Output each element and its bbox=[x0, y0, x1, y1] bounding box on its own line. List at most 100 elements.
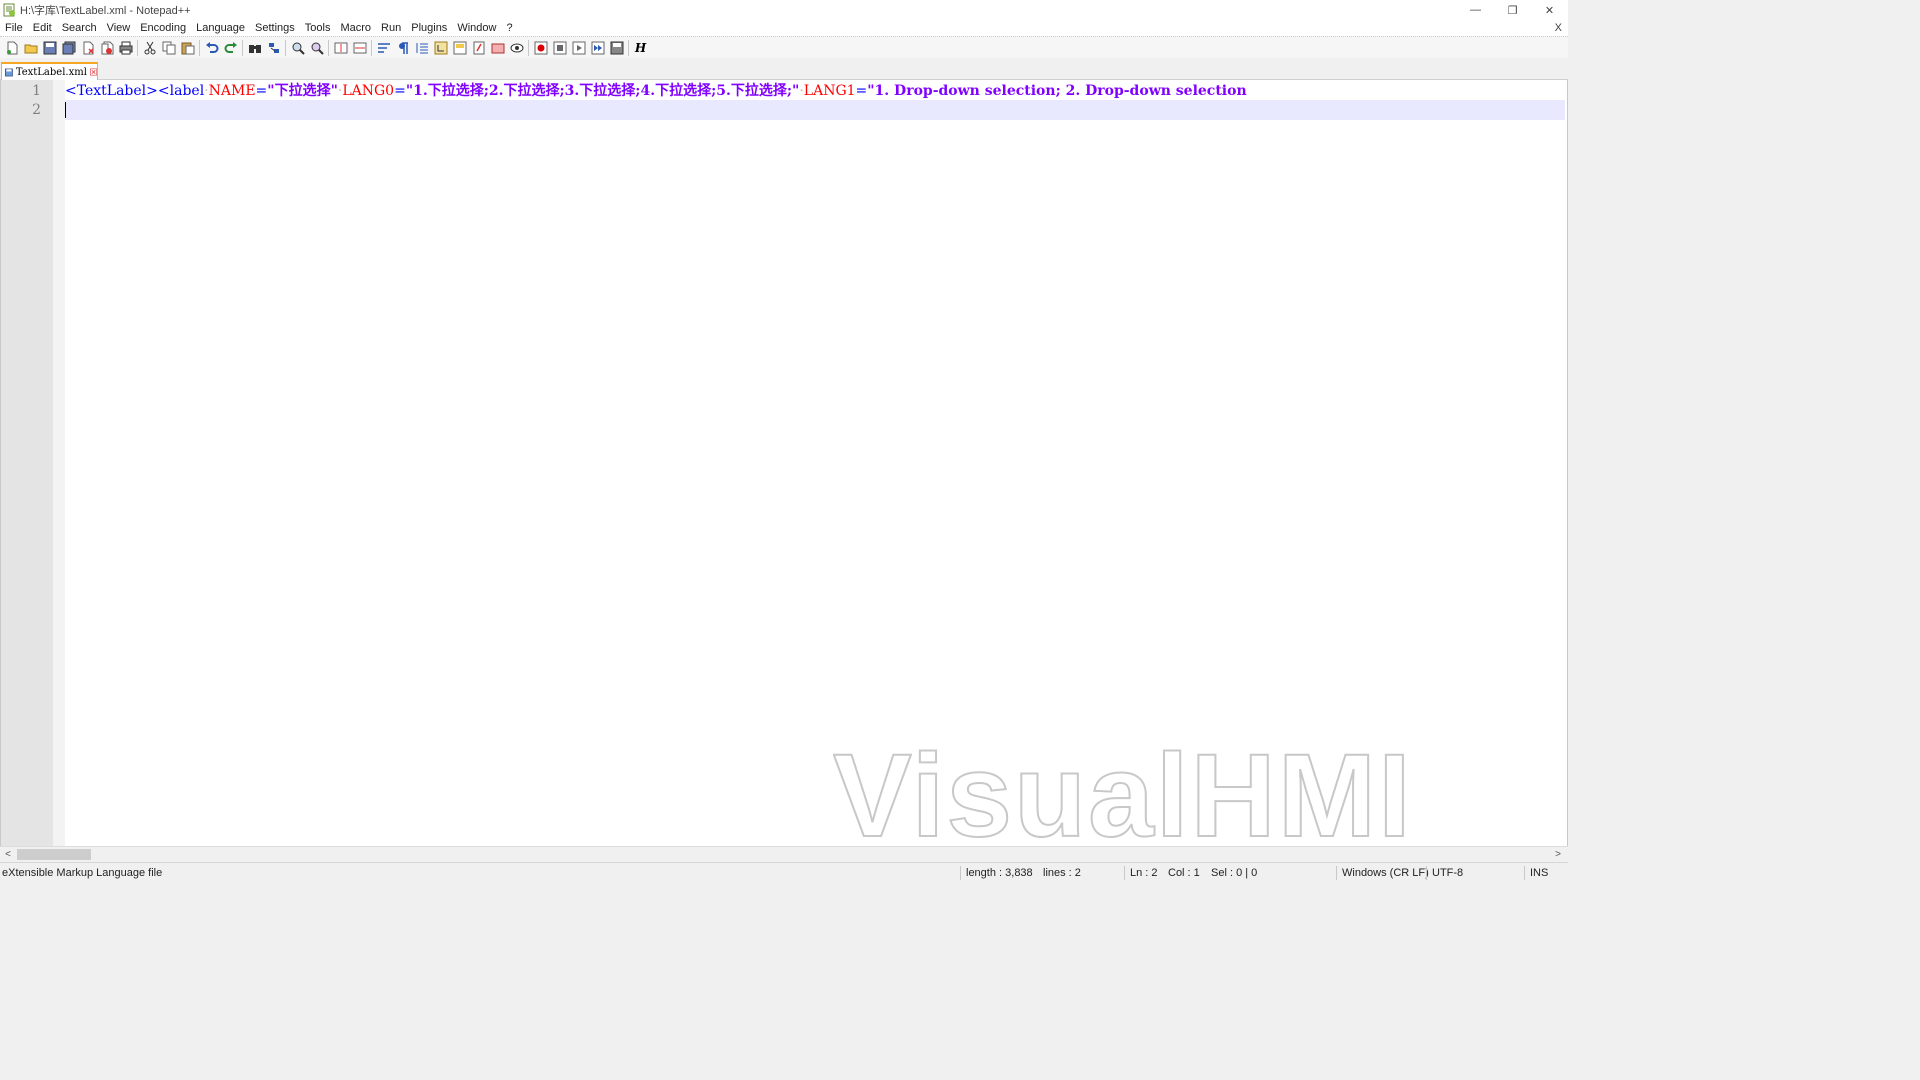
show-all-chars-button[interactable] bbox=[393, 38, 412, 57]
udl-icon bbox=[434, 41, 447, 54]
title-bar: H:\字库\TextLabel.xml - Notepad++ — ❐ ✕ bbox=[0, 0, 1568, 20]
notepad-plus-plus-app-icon bbox=[3, 3, 15, 17]
close-icon bbox=[83, 41, 94, 54]
folder-workspace-button[interactable] bbox=[488, 38, 507, 57]
menu-file[interactable]: File bbox=[0, 20, 28, 36]
new-file-icon bbox=[6, 41, 17, 54]
line-number: 2 bbox=[32, 102, 41, 118]
xml-attribute: NAME bbox=[208, 83, 256, 99]
window-title: H:\字库\TextLabel.xml - Notepad++ bbox=[20, 5, 191, 17]
zoom-out-button[interactable] bbox=[307, 38, 326, 57]
new-file-button[interactable] bbox=[2, 38, 21, 57]
close-all-icon bbox=[101, 41, 113, 54]
paste-button[interactable] bbox=[178, 38, 197, 57]
save-macro-button[interactable] bbox=[607, 38, 626, 57]
replace-button[interactable] bbox=[264, 38, 283, 57]
menu-edit[interactable]: Edit bbox=[28, 20, 57, 36]
menu-window[interactable]: Window bbox=[452, 20, 501, 36]
zoom-in-button[interactable] bbox=[288, 38, 307, 57]
play-macro-button[interactable] bbox=[569, 38, 588, 57]
copy-icon bbox=[162, 41, 175, 54]
sync-horizontal-button[interactable] bbox=[350, 38, 369, 57]
menu-plugins[interactable]: Plugins bbox=[406, 20, 452, 36]
menu-help[interactable]: ? bbox=[501, 20, 517, 36]
stop-macro-icon bbox=[553, 41, 566, 54]
menu-encoding[interactable]: Encoding bbox=[135, 20, 191, 36]
doc-map-button[interactable] bbox=[450, 38, 469, 57]
stop-macro-button[interactable] bbox=[550, 38, 569, 57]
record-macro-icon bbox=[534, 41, 547, 54]
toolbar-separator bbox=[328, 39, 329, 56]
find-icon bbox=[248, 44, 261, 53]
record-macro-button[interactable] bbox=[531, 38, 550, 57]
status-eol-format[interactable]: Windows (CR LF) bbox=[1342, 863, 1429, 883]
menu-language[interactable]: Language bbox=[191, 20, 250, 36]
tab-close-icon[interactable] bbox=[89, 67, 97, 77]
cut-button[interactable] bbox=[140, 38, 159, 57]
editor-area[interactable]: 1 2 <TextLabel><label·NAME="下拉选择"·LANG0=… bbox=[0, 80, 1568, 846]
fold-margin[interactable] bbox=[53, 80, 65, 846]
menu-view[interactable]: View bbox=[102, 20, 136, 36]
sync-vertical-button[interactable] bbox=[331, 38, 350, 57]
close-all-button[interactable] bbox=[97, 38, 116, 57]
close-file-button[interactable] bbox=[78, 38, 97, 57]
close-document-button[interactable]: X bbox=[1555, 20, 1562, 36]
menu-macro[interactable]: Macro bbox=[335, 20, 376, 36]
line-number: 1 bbox=[32, 83, 41, 99]
sync-horizontal-icon bbox=[353, 42, 366, 53]
paste-icon bbox=[181, 42, 194, 54]
scroll-right-button[interactable]: > bbox=[1550, 847, 1566, 862]
find-button[interactable] bbox=[245, 38, 264, 57]
show-all-chars-icon bbox=[398, 41, 408, 54]
status-column: Col : 1 bbox=[1168, 867, 1200, 879]
monitoring-button[interactable] bbox=[507, 38, 526, 57]
function-list-button[interactable] bbox=[469, 38, 488, 57]
scroll-left-button[interactable]: < bbox=[0, 847, 16, 862]
save-all-icon bbox=[62, 41, 75, 54]
visualhmi-watermark: VisualHMI bbox=[833, 740, 1412, 844]
run-macro-multiple-icon bbox=[591, 41, 604, 54]
undo-button[interactable] bbox=[202, 38, 221, 57]
status-divider bbox=[1124, 866, 1125, 880]
sync-vertical-icon bbox=[334, 42, 347, 53]
replace-icon bbox=[268, 42, 279, 53]
indent-guide-button[interactable] bbox=[412, 38, 431, 57]
menu-run[interactable]: Run bbox=[376, 20, 406, 36]
zoom-out-icon bbox=[311, 42, 324, 55]
menu-tools[interactable]: Tools bbox=[300, 20, 336, 36]
save-all-button[interactable] bbox=[59, 38, 78, 57]
toolbar: H bbox=[0, 36, 1568, 58]
code-line: <TextLabel><label·NAME="下拉选择"·LANG0="1.下… bbox=[65, 81, 1247, 101]
status-insert-mode[interactable]: INS bbox=[1530, 863, 1548, 883]
open-file-button[interactable] bbox=[21, 38, 40, 57]
menu-search[interactable]: Search bbox=[57, 20, 102, 36]
print-button[interactable] bbox=[116, 38, 135, 57]
save-button[interactable] bbox=[40, 38, 59, 57]
copy-button[interactable] bbox=[159, 38, 178, 57]
status-encoding[interactable]: UTF-8 bbox=[1432, 863, 1463, 883]
restore-button[interactable]: ❐ bbox=[1494, 0, 1531, 20]
status-divider bbox=[1426, 866, 1427, 880]
undo-icon bbox=[205, 41, 218, 53]
word-wrap-icon bbox=[377, 42, 390, 53]
run-macro-multiple-button[interactable] bbox=[588, 38, 607, 57]
xml-attribute-value: "下拉选择" bbox=[267, 83, 338, 99]
text-caret bbox=[65, 102, 66, 118]
zoom-in-icon bbox=[292, 42, 305, 55]
status-length: length : 3,838 bbox=[966, 867, 1033, 879]
toolbar-separator bbox=[528, 39, 529, 56]
horizontal-scrollbar[interactable]: < > bbox=[0, 846, 1568, 861]
menu-settings[interactable]: Settings bbox=[250, 20, 300, 36]
scrollbar-thumb[interactable] bbox=[17, 849, 91, 860]
close-window-button[interactable]: ✕ bbox=[1531, 0, 1568, 20]
html-tag-button[interactable]: H bbox=[631, 38, 650, 57]
restore-icon: ❐ bbox=[1507, 4, 1518, 17]
udl-button[interactable] bbox=[431, 38, 450, 57]
saved-file-icon bbox=[5, 68, 13, 76]
status-divider bbox=[1524, 866, 1525, 880]
xml-attribute-value: "1. Drop-down selection; 2. Drop-down se… bbox=[867, 83, 1247, 99]
minimize-button[interactable]: — bbox=[1457, 0, 1494, 20]
word-wrap-button[interactable] bbox=[374, 38, 393, 57]
tab-textlabel-xml[interactable]: TextLabel.xml bbox=[1, 62, 98, 80]
redo-button[interactable] bbox=[221, 38, 240, 57]
